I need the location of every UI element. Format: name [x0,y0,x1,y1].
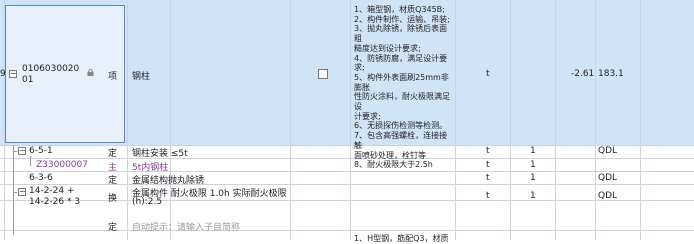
collapse-toggle-icon[interactable]: − [18,147,26,155]
desc-line: 4、防锈防腐，满足设计要 [354,53,448,63]
collapse-toggle-icon[interactable]: − [18,188,26,196]
item-name: 钢柱 [132,72,151,82]
sub-name-input-hint[interactable]: 自动提示：请输入子目简称 [132,220,240,233]
sub-qty: 1 [530,191,536,201]
quantity-expression: -2.61 [571,69,595,79]
desc-line: 面喷砂处理，栓钉等 [354,150,426,160]
material-code: Z33000007 [36,160,88,170]
item-code-line2: 01 [22,75,34,85]
sub-unit: t [486,191,490,201]
lock-icon [87,69,94,76]
material-unit: t [486,160,490,170]
desc-line: 3、抛丸除锈，除锈后表面粗 [354,24,448,44]
sub-name: 钢柱安装 ≤5t [132,149,188,159]
desc-line: 求; [354,63,365,73]
sub-type: 换 [108,194,118,204]
item-unit: t [486,69,490,79]
sub-expr: QDL [598,173,618,183]
quantity-value: 183.1 [598,69,624,79]
desc-line: 6、无损探伤检测等检测。 [354,121,448,131]
sub-code-line1: 14-2-24 + [29,186,75,196]
sub-code-line2: 14-2-26 * 3 [29,197,81,207]
desc-line: 计要求; [354,111,381,121]
sub-type: 定 [108,176,118,186]
row-checkbox[interactable] [318,69,328,79]
sub-code: 6-5-1 [29,146,53,156]
desc-line: 7、包含高强螺栓，连接接触 [354,131,448,150]
sub-expr: QDL [598,191,618,201]
row-number: 9 [0,69,6,79]
desc-line: 2、构件制作、运输、吊装; [354,14,450,24]
material-name: 5t内钢柱 [132,163,169,173]
item-description: 1、箱型钢，材质Q345B; 2、构件制作、运输、吊装; 3、抛丸除锈，除锈后表… [354,5,454,170]
sub-type: 定 [108,223,118,233]
sub-name-line2: (h):2.5 [132,197,163,207]
sub-unit: t [486,173,490,183]
sub-code: 6-3-6 [29,173,53,183]
sub-expr: QDL [598,146,618,156]
next-row-description: 1、H型钢，筋配Q3，材质 [354,234,449,243]
sub-qty: 1 [530,146,536,156]
desc-line: 5、构件外表面刷25mm非膨胀 [354,72,449,92]
sub-type: 定 [108,149,118,159]
collapse-toggle-icon[interactable]: − [9,70,17,78]
sub-qty: 1 [530,173,536,183]
desc-line: 糙度达到设计要求; [354,43,421,53]
desc-line: 1、箱型钢，材质Q345B; [354,5,445,14]
desc-line: 性防火涂料，耐火极限满足设 [354,92,450,112]
material-qty: 1 [530,160,536,170]
sub-unit: t [486,146,490,156]
desc-line: 8、耐火极限大于2.5h [354,160,433,170]
sub-name: 金属结构抛丸除锈 [132,176,205,186]
material-type: 主 [108,163,118,173]
code-cell-selected[interactable] [5,5,125,143]
item-type: 项 [108,72,118,82]
item-code-line1: 0106030020 [22,64,80,74]
